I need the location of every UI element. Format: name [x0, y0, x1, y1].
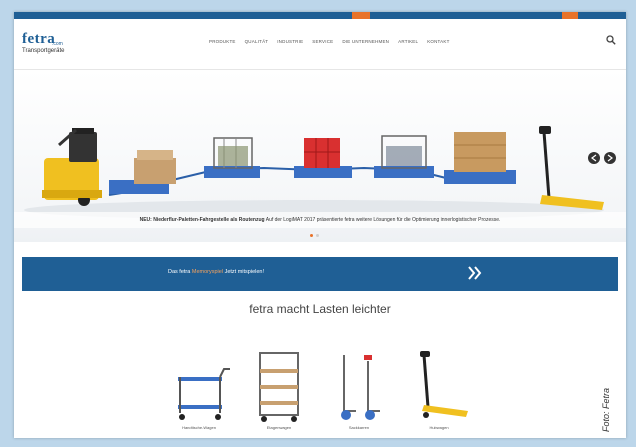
top-color-bar [14, 12, 626, 19]
product-label: Hubwagen [429, 425, 449, 430]
hero-caption: NEU: Niederflur-Paletten-Fahrgestelle al… [14, 212, 626, 228]
table-cart-icon [178, 368, 230, 420]
logo-sub: .com [52, 41, 63, 47]
nav-item-artikel[interactable]: ARTIKEL [398, 39, 418, 44]
product-card-etagenwagen[interactable]: Etagenwagen [244, 347, 314, 437]
product-label: Handtische-Wagen [182, 425, 216, 430]
caption-text: Auf der LogiMAT 2017 präsentierte fetra … [265, 217, 501, 223]
nav-item-qualitaet[interactable]: QUALITÄT [245, 39, 269, 44]
nav-item-service[interactable]: SERVICE [312, 39, 333, 44]
product-card-hubwagen[interactable]: Hubwagen [404, 347, 474, 437]
product-card-handtische[interactable]: Handtische-Wagen [164, 347, 234, 437]
slogan-heading: fetra macht Lasten leichter [249, 302, 391, 316]
photo-credit: Foto: Fetra [601, 387, 611, 432]
banner-text-highlight: Memoryspiel [191, 269, 224, 275]
banner-text: Das fetra Memoryspiel Jetzt mitspielen! [168, 269, 264, 275]
nav-item-unternehmen[interactable]: DIE UNTERNEHMEN [342, 39, 389, 44]
product-card-sackkarren[interactable]: Sackkarren [324, 347, 394, 437]
pallet-truck-icon [420, 351, 468, 418]
product-label: Etagenwagen [266, 425, 292, 430]
main-navigation: PRODUKTE QUALITÄT INDUSTRIE SERVICE DIE … [209, 39, 450, 44]
product-label: Sackkarren [348, 425, 370, 430]
memory-game-banner[interactable]: Das fetra Memoryspiel Jetzt mitspielen! [22, 257, 618, 291]
nav-item-produkte[interactable]: PRODUKTE [209, 39, 236, 44]
nav-item-kontakt[interactable]: KONTAKT [427, 39, 449, 44]
browser-screenshot-frame: fetra .com Transportgeräte PRODUKTE QUAL… [14, 12, 626, 438]
product-categories: Handtische-Wagen Etagenwagen Sackkarren [164, 347, 484, 437]
slider-dot-2[interactable] [316, 234, 319, 237]
logo-tagline: Transportgeräte [22, 48, 65, 54]
banner-text-after: Jetzt mitspielen! [224, 269, 265, 275]
chevron-right-icon[interactable] [468, 265, 482, 281]
shelf-cart-icon [259, 352, 299, 422]
slider-dot-1[interactable] [310, 234, 313, 237]
slider-dots [310, 234, 319, 237]
fetra-logo[interactable]: fetra .com Transportgeräte [22, 31, 64, 54]
hero-slider: NEU: Niederflur-Paletten-Fahrgestelle al… [14, 70, 626, 242]
nav-item-industrie[interactable]: INDUSTRIE [277, 39, 303, 44]
site-header: fetra .com Transportgeräte PRODUKTE QUAL… [14, 19, 626, 70]
hand-truck-icon [341, 355, 380, 420]
caption-bold: NEU: Niederflur-Paletten-Fahrgestelle al… [139, 217, 265, 223]
banner-text-before: Das fetra [168, 269, 191, 275]
search-icon[interactable] [606, 35, 616, 45]
